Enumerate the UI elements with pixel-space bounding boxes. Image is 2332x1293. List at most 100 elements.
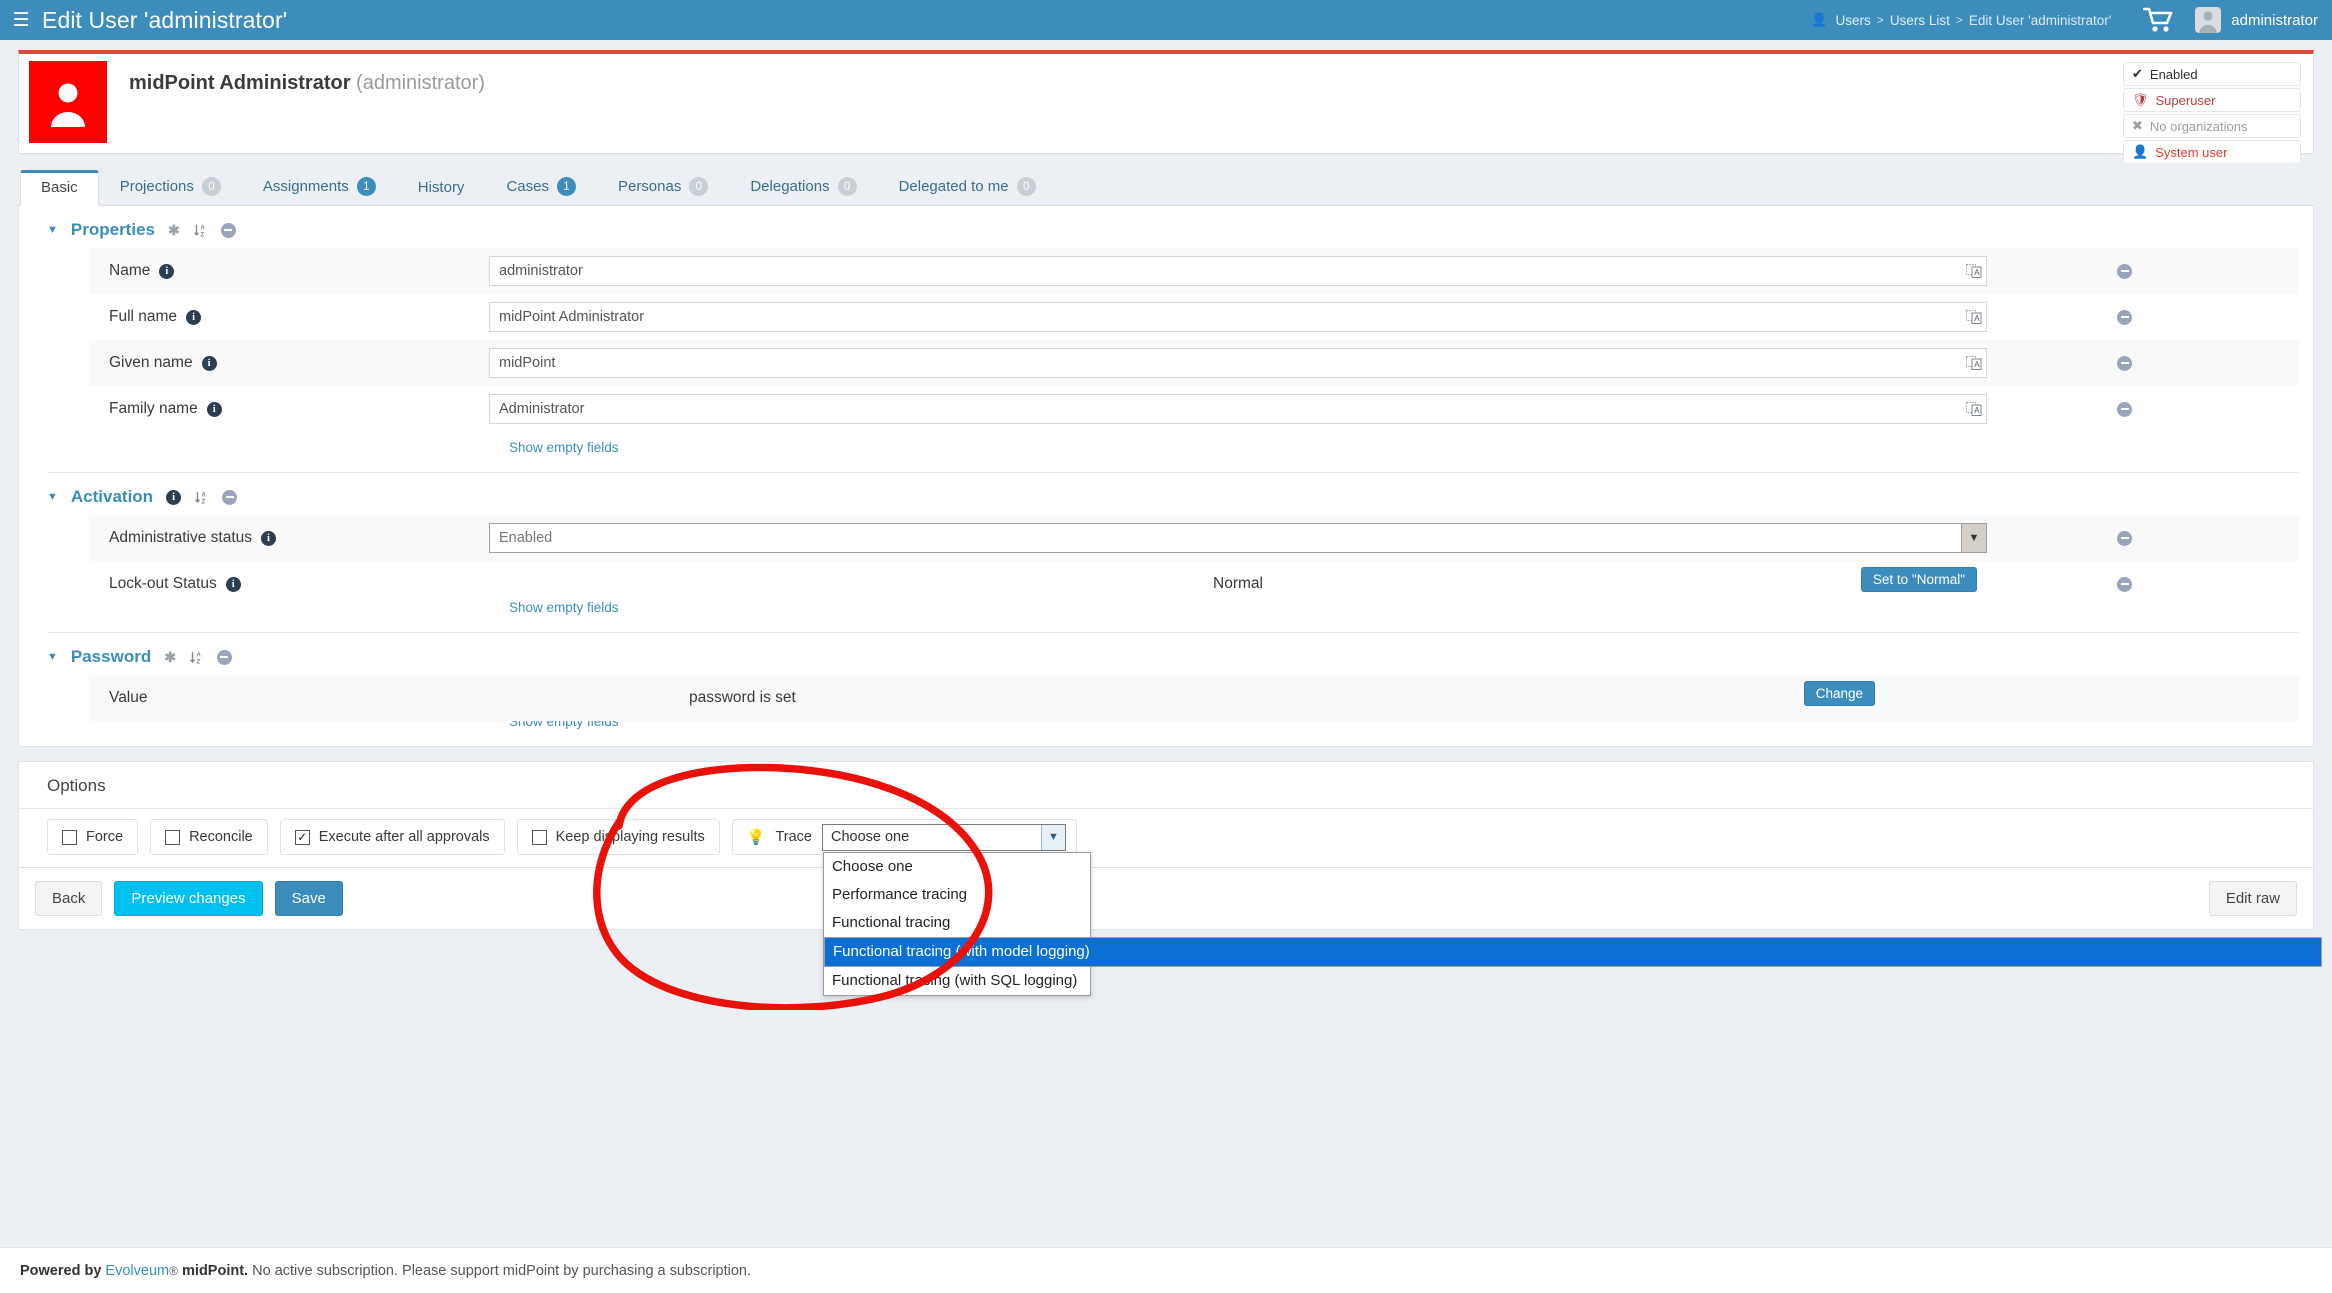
remove-value-icon[interactable] — [2117, 577, 2132, 592]
breadcrumb-item-users[interactable]: Users — [1836, 13, 1871, 28]
trace-option-performance-tracing[interactable]: Performance tracing — [824, 881, 1090, 909]
asterisk-icon[interactable]: ✱ — [168, 222, 180, 239]
field-actions — [2089, 531, 2299, 546]
full-name-input[interactable]: midPoint Administrator A — [489, 302, 1987, 332]
footer-subscription-notice: No active subscription. Please support m… — [252, 1263, 751, 1279]
show-empty-fields-properties[interactable]: Show empty fields — [89, 432, 2299, 462]
save-button[interactable]: Save — [275, 881, 343, 916]
change-password-button[interactable]: Change — [1804, 681, 1875, 706]
tab-history[interactable]: History — [397, 170, 486, 206]
remove-value-icon[interactable] — [2117, 402, 2132, 417]
language-icon[interactable]: A — [1966, 263, 1982, 279]
remove-value-icon[interactable] — [2117, 264, 2132, 279]
option-force[interactable]: Force — [47, 819, 138, 855]
execute-after-approvals-checkbox[interactable]: ✓ — [295, 830, 310, 845]
field-label-text: Family name — [109, 400, 198, 418]
summary-tag-list: ✔ Enabled 🛡 Superuser ✖ No organizations… — [2123, 62, 2301, 164]
keep-displaying-results-checkbox[interactable] — [532, 830, 547, 845]
sort-alpha-icon[interactable]: A Z — [194, 490, 209, 505]
chevron-down-icon[interactable]: ▼ — [47, 491, 58, 503]
section-header-properties: ▼ Properties ✱ A Z — [19, 206, 2313, 248]
password-field-list: Value password is set Change — [89, 675, 2299, 736]
hamburger-icon[interactable]: ☰ — [0, 0, 42, 40]
tab-bar: Basic Projections 0 Assignments 1 Histor… — [18, 168, 2314, 206]
sort-alpha-icon[interactable]: A Z — [189, 650, 204, 665]
preview-changes-button[interactable]: Preview changes — [114, 881, 262, 916]
minus-circle-icon[interactable] — [221, 223, 236, 238]
info-circle-icon[interactable]: i — [261, 531, 276, 546]
language-icon[interactable]: A — [1966, 309, 1982, 325]
user-photo-icon — [29, 61, 107, 143]
basic-tab-panel: ▼ Properties ✱ A Z Name — [18, 206, 2314, 747]
lockout-button-wrap: Set to "Normal" — [489, 567, 1987, 592]
tab-personas[interactable]: Personas 0 — [597, 168, 729, 206]
chevron-down-icon[interactable]: ▼ — [1961, 524, 1986, 552]
remove-value-icon[interactable] — [2117, 531, 2132, 546]
times-icon: ✖ — [2132, 118, 2143, 134]
field-actions — [2089, 577, 2299, 592]
breadcrumb-item-users-list[interactable]: Users List — [1890, 13, 1950, 28]
chevron-down-icon[interactable]: ▼ — [1041, 825, 1065, 850]
svg-text:A: A — [1974, 268, 1980, 277]
trace-option-functional-tracing-model-logging[interactable]: Functional tracing (with model logging) — [824, 937, 2322, 967]
info-circle-icon[interactable]: i — [186, 310, 201, 325]
field-label: Administrative status i — [89, 529, 489, 547]
set-to-normal-button[interactable]: Set to "Normal" — [1861, 567, 1977, 592]
administrative-status-select[interactable]: Enabled ▼ — [489, 523, 1987, 553]
asterisk-icon[interactable]: ✱ — [164, 649, 176, 666]
info-circle-icon[interactable]: i — [202, 356, 217, 371]
option-execute-after-all-approvals[interactable]: ✓ Execute after all approvals — [280, 819, 505, 855]
app-page: ☰ Edit User 'administrator' 👤 Users > Us… — [0, 0, 2332, 1293]
trace-option-choose-one[interactable]: Choose one — [824, 853, 1090, 881]
option-reconcile[interactable]: Reconcile — [150, 819, 268, 855]
field-label-text: Administrative status — [109, 529, 252, 547]
tab-assignments[interactable]: Assignments 1 — [242, 168, 397, 206]
shopping-cart-icon[interactable] — [2143, 7, 2173, 33]
minus-circle-icon[interactable] — [222, 490, 237, 505]
force-checkbox[interactable] — [62, 830, 77, 845]
info-circle-icon[interactable]: i — [166, 490, 181, 505]
given-name-input[interactable]: midPoint A — [489, 348, 1987, 378]
footer-brand-link[interactable]: Evolveum — [105, 1263, 169, 1279]
info-circle-icon[interactable]: i — [226, 577, 241, 592]
sort-alpha-icon[interactable]: A Z — [193, 223, 208, 238]
user-avatar-icon — [2195, 7, 2221, 33]
remove-value-icon[interactable] — [2117, 310, 2132, 325]
info-circle-icon[interactable]: i — [207, 402, 222, 417]
summary-name-value: midPoint Administrator — [129, 72, 350, 94]
reconcile-checkbox[interactable] — [165, 830, 180, 845]
back-button[interactable]: Back — [35, 881, 102, 916]
info-circle-icon[interactable]: i — [159, 264, 174, 279]
chevron-down-icon[interactable]: ▼ — [47, 651, 58, 663]
minus-circle-icon[interactable] — [217, 650, 232, 665]
option-keep-displaying-results[interactable]: Keep displaying results — [517, 819, 720, 855]
spacer: Set to "Normal" — [489, 567, 2089, 592]
language-icon[interactable]: A — [1966, 401, 1982, 417]
tab-delegated-to-me[interactable]: Delegated to me 0 — [878, 168, 1057, 206]
footer: Powered by Evolveum® midPoint. No active… — [0, 1247, 2332, 1293]
tab-cases[interactable]: Cases 1 — [485, 168, 597, 206]
edit-raw-button[interactable]: Edit raw — [2209, 881, 2297, 916]
lightbulb-icon[interactable]: 💡 — [747, 828, 766, 846]
tab-delegations[interactable]: Delegations 0 — [729, 168, 877, 206]
svg-text:Z: Z — [202, 499, 206, 505]
tab-projections[interactable]: Projections 0 — [99, 168, 242, 206]
remove-value-icon[interactable] — [2117, 356, 2132, 371]
trace-select[interactable]: Choose one ▼ Choose one Performance trac… — [822, 824, 1066, 851]
language-icon[interactable]: A — [1966, 355, 1982, 371]
shield-icon: 🛡 — [2132, 92, 2149, 108]
trace-option-functional-tracing[interactable]: Functional tracing — [824, 909, 1090, 937]
tab-basic[interactable]: Basic — [20, 170, 99, 206]
user-menu[interactable]: administrator — [2195, 7, 2318, 33]
name-input[interactable]: administrator A — [489, 256, 1987, 286]
content-area: midPoint Administrator (administrator) ✔… — [0, 50, 2332, 930]
trace-option-functional-tracing-sql-logging[interactable]: Functional tracing (with SQL logging) — [824, 967, 1090, 995]
svg-text:Z: Z — [200, 232, 204, 238]
family-name-input-value: Administrator — [499, 401, 1966, 417]
family-name-input[interactable]: Administrator A — [489, 394, 1987, 424]
field-row-administrative-status: Administrative status i Enabled ▼ — [89, 515, 2299, 561]
full-name-input-value: midPoint Administrator — [499, 309, 1966, 325]
action-bar: Back Preview changes Save Edit raw — [18, 868, 2314, 930]
chevron-down-icon[interactable]: ▼ — [47, 224, 58, 236]
breadcrumb-separator: > — [1877, 13, 1884, 27]
